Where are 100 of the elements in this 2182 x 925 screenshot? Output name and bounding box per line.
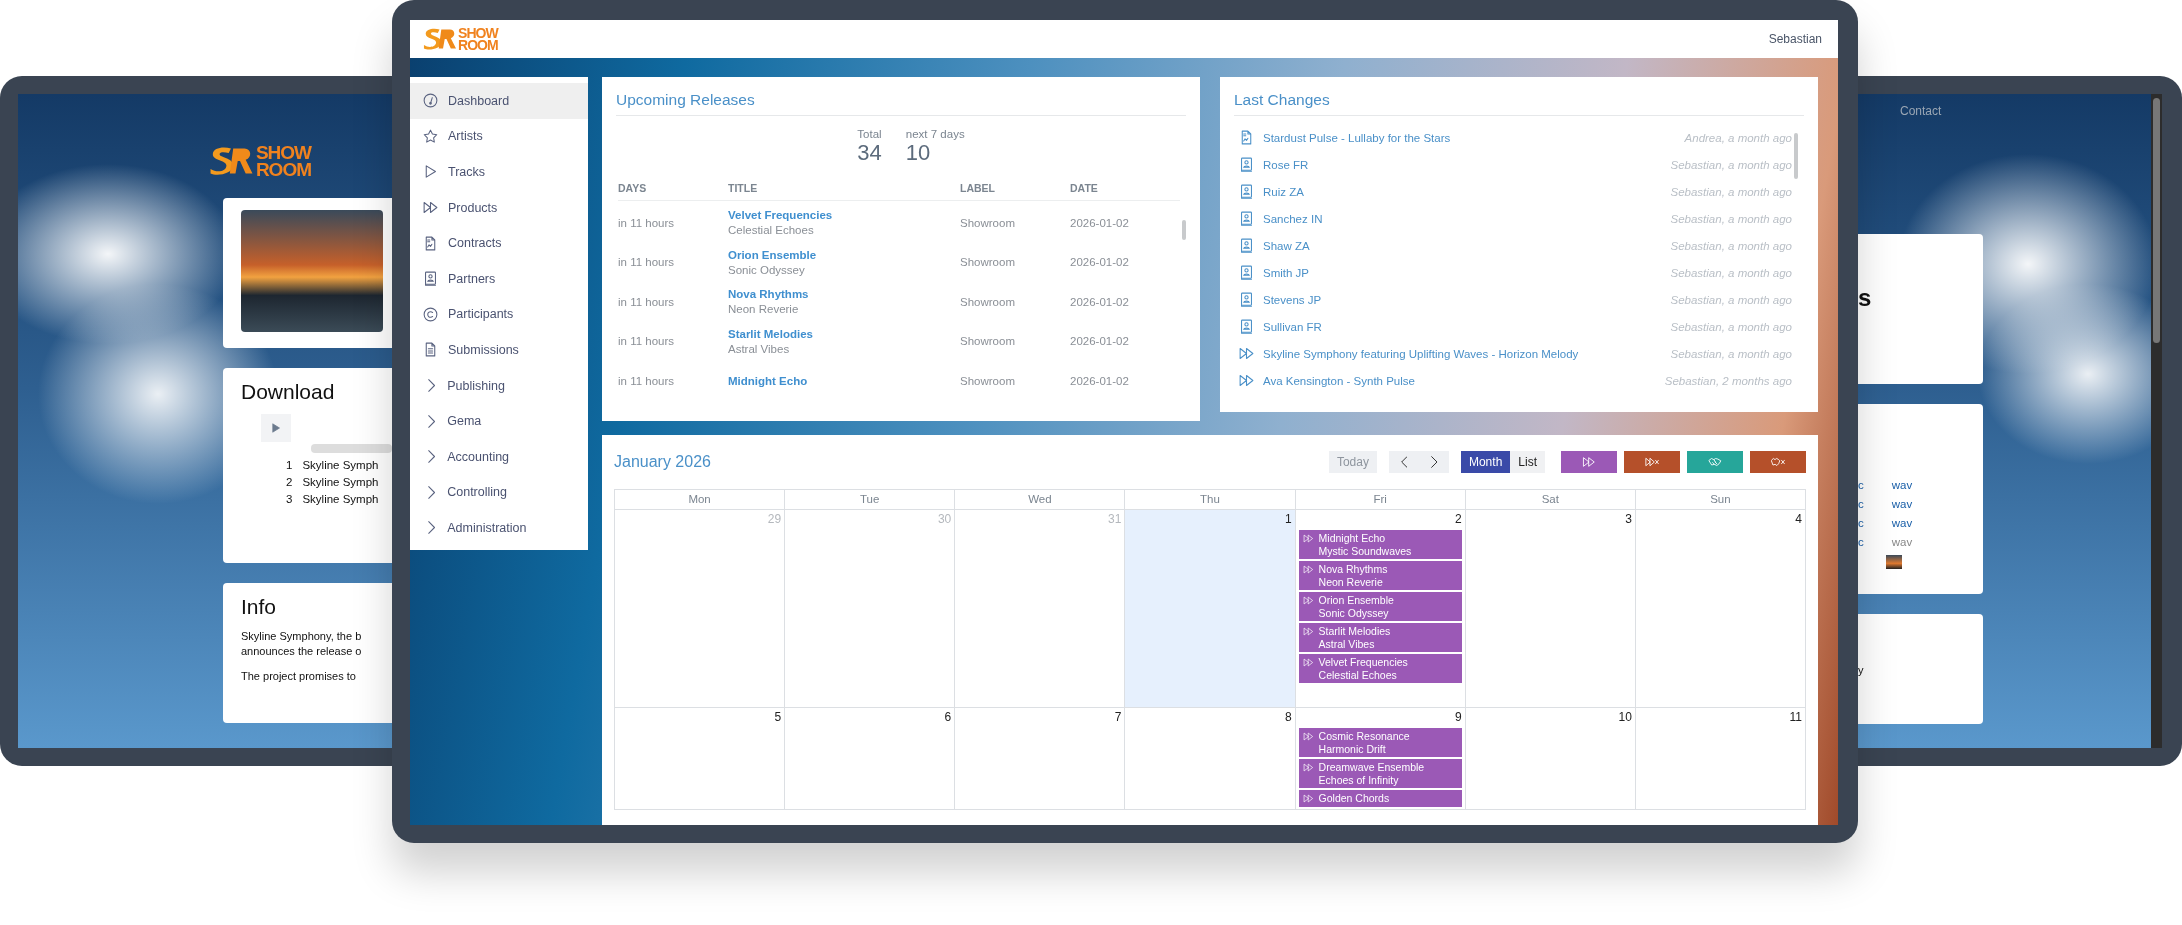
file-link[interactable]: c [1858,536,1864,548]
scrollbar-thumb[interactable] [2153,98,2160,343]
sidebar-item[interactable]: Gema [410,403,588,439]
weekday-header: Wed [955,490,1126,510]
calendar-event[interactable]: Cosmic Resonance Harmonic Drift [1298,728,1462,757]
file-link[interactable]: wav [1891,517,1913,529]
change-link[interactable]: Stardust Pulse - Lullaby for the Stars [1263,131,1451,144]
info-text: y [1858,664,1865,676]
file-link[interactable]: wav [1891,479,1913,491]
stat-label: next 7 days [905,128,965,140]
sidebar-item[interactable]: Submissions [410,332,588,368]
release-subtitle: Astral Vibes [728,342,791,355]
event-subtitle: Celestial Echoes [1318,668,1398,681]
track-title[interactable]: Skyline Symph [302,459,379,471]
file-link[interactable]: c [1858,517,1864,529]
release-title-link[interactable]: Nova Rhythms [728,288,960,301]
calendar-event[interactable]: Velvet Frequencies Celestial Echoes [1298,654,1462,683]
change-link[interactable]: Shaw ZA [1263,239,1310,252]
table-cell-text: Showroom [960,215,1016,231]
sidebar-item[interactable]: Participants [410,296,588,333]
change-link[interactable]: Rose FR [1263,158,1309,171]
change-link[interactable]: Sanchez IN [1263,212,1323,225]
nav-link[interactable]: Contact [1900,104,1942,118]
day-number: 3 [1625,512,1632,528]
event-title: Golden Chords [1318,792,1390,805]
sidebar-item[interactable]: Contracts [410,225,588,261]
release-title-link[interactable]: Midnight Echo [728,374,960,387]
file-label: wav [1891,536,1913,548]
weekday-header: Sun [1635,490,1806,510]
sidebar-item[interactable]: Artists [410,118,588,155]
calendar-event[interactable]: Starlit Melodies Astral Vibes [1298,623,1462,652]
handshake-icon [1708,455,1722,469]
change-meta: Sebastian, 2 months ago [1664,374,1792,387]
sidebar-item[interactable]: Dashboard [410,83,588,119]
change-meta: Sebastian, a month ago [1670,320,1792,333]
calendar-event[interactable]: Orion Ensemble Sonic Odyssey [1298,592,1462,621]
release-title-link[interactable]: Starlit Melodies [728,327,960,340]
table-cell-text: in 11 hours [618,255,676,271]
play-icon [270,422,282,434]
view-tab[interactable]: List [1510,451,1545,473]
sidebar-item[interactable]: Accounting [410,438,588,475]
release-title-link[interactable]: Orion Ensemble [728,248,960,261]
info-paragraph: The project promises to [241,669,357,684]
chevron-icon [428,450,436,464]
day-number: 6 [944,710,952,726]
weekday-header: Fri [1295,490,1466,510]
calendar-event[interactable]: Golden Chords [1298,790,1462,807]
scrollbar-thumb[interactable] [1182,220,1186,240]
track-number: 1 [286,459,293,471]
stat-value: 34 [857,140,882,166]
contact-card-icon [1238,318,1255,335]
change-link[interactable]: Skyline Symphony featuring Uplifting Waves - Horizon Melody [1263,347,1579,360]
change-link[interactable]: Ava Kensington - Synth Pulse [1263,374,1415,387]
release-title-link[interactable]: Velvet Frequencies [728,209,960,222]
play-button[interactable] [261,414,291,442]
day-number: 5 [774,710,782,726]
sidebar-item[interactable]: Administration [410,510,588,546]
table-cell-text: Showroom [960,255,1016,271]
sidebar-item[interactable]: Publishing [410,367,588,404]
change-link[interactable]: Ruiz ZA [1263,185,1304,198]
filter-button[interactable] [1561,451,1617,473]
file-link[interactable]: wav [1891,498,1913,510]
sidebar-item[interactable]: Products [410,189,588,226]
day-number: 1 [1284,512,1292,528]
release-subtitle: Sonic Odyssey [728,263,806,276]
view-tab[interactable]: Month [1460,451,1511,473]
track-title[interactable]: Skyline Symph [302,493,379,505]
card-title: Upcoming Releases [616,89,1186,116]
scrollbar-thumb[interactable] [1794,133,1798,179]
change-meta: Sebastian, a month ago [1670,185,1792,198]
track-number: 3 [286,493,293,505]
filter-button[interactable] [1750,451,1806,473]
stat-label: Total [857,128,882,140]
progress-track[interactable] [311,444,392,453]
sidebar-item[interactable]: Controlling [410,474,588,511]
fast-forward-off-icon [1645,455,1659,469]
event-subtitle: Echoes of Infinity [1318,773,1400,786]
day-number: 30 [937,512,952,528]
day-number: 7 [1114,710,1122,726]
card-title: Last Changes [1234,89,1804,116]
track-title[interactable]: Skyline Symph [302,476,379,488]
file-link[interactable]: c [1858,479,1864,491]
sidebar-item[interactable]: Partners [410,260,588,297]
logo-text: SHOW ROOM [255,144,311,178]
calendar-event[interactable]: Dreamwave Ensemble Echoes of Infinity [1298,759,1462,788]
card-heading: s [1858,284,1873,312]
file-link[interactable]: c [1858,498,1864,510]
user-name[interactable]: Sebastian [1768,32,1822,46]
filter-button[interactable] [1624,451,1680,473]
change-link[interactable]: Smith JP [1263,266,1309,279]
fast-forward-icon [1302,762,1314,773]
change-link[interactable]: Sullivan FR [1263,320,1322,333]
handshake-off-icon [1771,455,1785,469]
chevron-icon [428,521,436,535]
calendar-event[interactable]: Midnight Echo Mystic Soundwaves [1298,530,1462,559]
filter-button[interactable] [1687,451,1743,473]
change-link[interactable]: Stevens JP [1263,293,1322,306]
chevron-icon [428,485,436,499]
sidebar-item[interactable]: Tracks [410,154,588,190]
calendar-event[interactable]: Nova Rhythms Neon Reverie [1298,561,1462,590]
